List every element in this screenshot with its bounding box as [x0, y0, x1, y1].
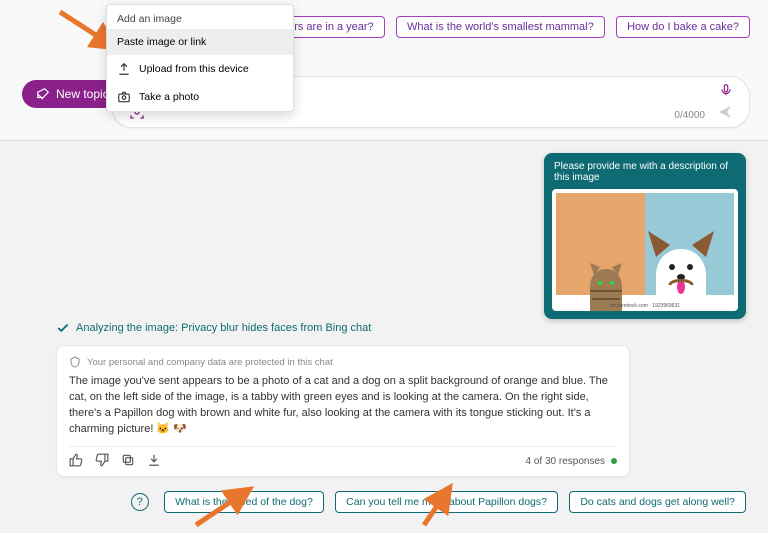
- dislike-button[interactable]: [95, 453, 109, 470]
- upload-device-option[interactable]: Upload from this device: [107, 55, 293, 83]
- suggestion-chip[interactable]: How do I bake a cake?: [616, 16, 750, 38]
- option-label: Take a photo: [139, 91, 199, 103]
- camera-icon: [117, 90, 131, 104]
- assistant-text: The image you've sent appears to be a ph…: [69, 374, 617, 438]
- analyzing-status: Analyzing the image: Privacy blur hides …: [56, 321, 750, 335]
- analyzing-text: Analyzing the image: Privacy blur hides …: [76, 322, 371, 334]
- response-count: 4 of 30 responses: [526, 456, 618, 467]
- followup-chip[interactable]: What is the breed of the dog?: [164, 491, 324, 513]
- help-icon[interactable]: ?: [131, 493, 149, 511]
- followup-chip[interactable]: Do cats and dogs get along well?: [569, 491, 746, 513]
- chat-area: Please provide me with a description of …: [0, 141, 768, 533]
- copy-button[interactable]: [121, 453, 135, 470]
- option-label: Paste image or link: [117, 36, 206, 48]
- export-button[interactable]: [147, 453, 161, 470]
- shield-note: Your personal and company data are prote…: [69, 356, 617, 368]
- attached-image[interactable]: shutterstock.com · 1923969631: [552, 189, 738, 311]
- suggestion-chip[interactable]: What is the world's smallest mammal?: [396, 16, 605, 38]
- dog-illustration: [648, 227, 714, 311]
- user-prompt-text: Please provide me with a description of …: [552, 161, 738, 189]
- like-button[interactable]: [69, 453, 83, 470]
- followup-row: ? What is the breed of the dog? Can you …: [56, 491, 750, 513]
- upload-icon: [117, 62, 131, 76]
- assistant-message: Your personal and company data are prote…: [56, 345, 630, 477]
- paste-image-option[interactable]: Paste image or link: [107, 29, 293, 55]
- followup-chip[interactable]: Can you tell me more about Papillon dogs…: [335, 491, 558, 513]
- new-topic-label: New topic: [56, 87, 109, 101]
- check-icon: [56, 321, 70, 335]
- user-message: Please provide me with a description of …: [544, 153, 746, 319]
- mic-icon[interactable]: [719, 83, 733, 100]
- send-icon[interactable]: [717, 104, 733, 123]
- take-photo-option[interactable]: Take a photo: [107, 83, 293, 111]
- response-count-text: 4 of 30 responses: [526, 456, 606, 467]
- message-footer: 4 of 30 responses: [69, 446, 617, 470]
- shield-icon: [69, 356, 81, 368]
- cat-illustration: [580, 247, 632, 311]
- image-credit: shutterstock.com · 1923969631: [552, 303, 738, 309]
- broom-icon: [36, 87, 50, 101]
- status-dot-icon: [611, 458, 617, 464]
- add-image-popup: Add an image Paste image or link Upload …: [106, 4, 294, 112]
- compose-region: How many hours are in a year? What is th…: [0, 0, 768, 141]
- popup-title: Add an image: [107, 5, 293, 29]
- option-label: Upload from this device: [139, 63, 249, 75]
- shield-text: Your personal and company data are prote…: [87, 357, 333, 368]
- char-counter: 0/4000: [674, 110, 705, 121]
